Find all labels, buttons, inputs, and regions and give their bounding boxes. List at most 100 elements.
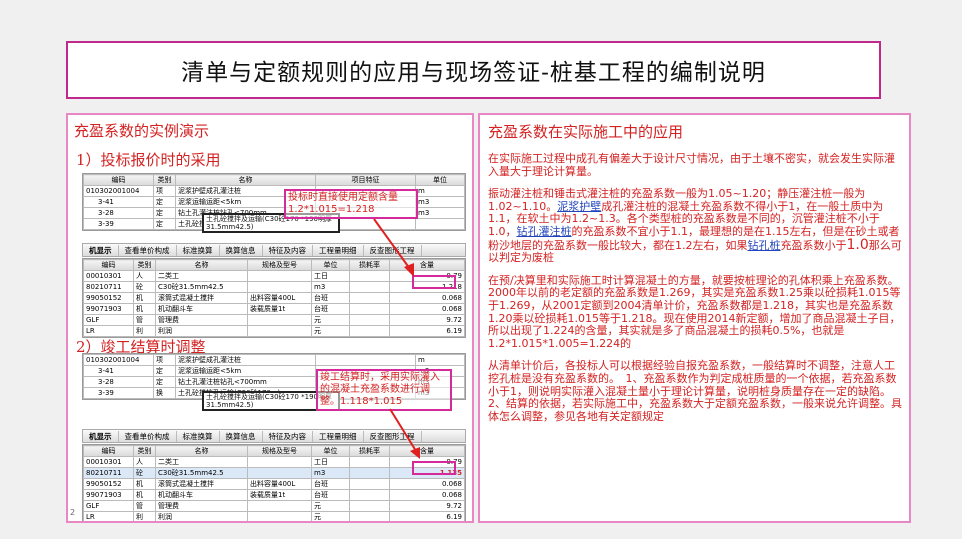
col-unit[interactable]: 单位 [311,445,350,457]
cell: 泥浆运输运距<5km [175,365,316,377]
col-unit[interactable]: 单位 [311,259,350,271]
col-spec[interactable]: 规格及型号 [247,259,312,271]
col-name[interactable]: 名称 [155,259,248,271]
table-row[interactable]: 99050152 机滚筒式混凝土搅拌 出料容量400L 台班 0.068 [83,478,465,490]
cell [349,500,390,512]
cell [415,218,465,230]
table-row[interactable]: GLF 管管理费 元 9.72 [83,500,465,512]
col-unit[interactable]: 单位 [415,174,465,186]
col-code[interactable]: 编码 [83,174,154,186]
table-row[interactable]: 99050152 机滚筒式混凝土搅拌 出料容量400L 台班 0.068 [83,292,465,304]
cell: 定 [153,196,176,208]
cell: 砼 [133,281,156,293]
cell: 9.72 [389,314,465,326]
cell: C30砼31.5mm42.5 [155,281,248,293]
table-row[interactable]: 80210711 砼 C30砼31.5mm42.5 m3 1.218 [83,281,465,293]
tab-machine[interactable]: 机显示 [83,430,119,442]
tab-standard[interactable]: 标准换算 [177,430,220,442]
cell: 3-39 [83,218,154,230]
col-spec[interactable]: 规格及型号 [247,445,312,457]
table-row[interactable]: GLF 管管理费 元 9.72 [83,314,465,326]
col-type[interactable]: 类别 [133,445,156,457]
tab-feature[interactable]: 特征及内容 [263,244,313,256]
col-loss[interactable]: 损耗率 [349,445,390,457]
cell: 00010301 [83,456,134,468]
cell: 台班 [311,303,350,315]
tab-feature[interactable]: 特征及内容 [263,430,313,442]
tab-quantity[interactable]: 工程量明细 [313,244,364,256]
col-type[interactable]: 类别 [153,174,176,186]
left-heading: 充盈系数的实例演示 [74,122,210,140]
col-code[interactable]: 编码 [83,445,134,457]
right-body: 在实际施工过程中成孔有偏差大于设计尺寸情况，由于土壤不密实，就会发生实际灌入量大… [488,152,908,433]
cell: 砼 [133,467,156,479]
cell: 利 [133,511,156,521]
cell [247,467,312,479]
cell: 元 [311,314,350,326]
right-panel: 充盈系数在实际施工中的应用 在实际施工过程中成孔有偏差大于设计尺寸情况，由于土壤… [478,113,911,523]
cell: 装载质量1t [247,303,312,315]
col-name[interactable]: 名称 [155,445,248,457]
left-subheading-1: 1）投标报价时的采用 [76,151,221,169]
cell: 利润 [155,511,248,521]
cell: 99071903 [83,303,134,315]
table-row[interactable]: 010302001004 项 泥浆护壁成孔灌注桩 m [83,354,465,366]
tab-price[interactable]: 查看单价构成 [119,430,177,442]
tab-standard[interactable]: 标准换算 [177,244,220,256]
tab-machine[interactable]: 机显示 [83,244,119,256]
text-span: 充盈系数小于 [780,238,847,252]
tab-convert[interactable]: 换算信息 [220,430,263,442]
cell: 3-28 [83,207,154,219]
link-drilled-pile[interactable]: 钻孔桩 [748,239,781,252]
col-type[interactable]: 类别 [133,259,156,271]
cell: 装载质量1t [247,489,312,501]
col-feature[interactable]: 项目特征 [315,174,416,186]
tab-convert[interactable]: 换算信息 [220,244,263,256]
cell [349,467,390,479]
cell: m3 [311,467,350,479]
cell: 3-41 [83,196,154,208]
cell: 机 [133,303,156,315]
cell: 台班 [311,292,350,304]
cell: 二类工 [155,270,248,282]
paragraph-3: 在预/决算里和实际施工时计算混凝土的方量，就要按桩理论的孔体积乘上充盈系数。20… [488,273,901,350]
cell: m3 [415,207,465,219]
col-code[interactable]: 编码 [83,259,134,271]
cell: 99050152 [83,292,134,304]
page-title: 清单与定额规则的应用与现场签证-桩基工程的编制说明 [181,60,766,86]
cell: 3-39 [83,387,154,399]
cell: 机 [133,292,156,304]
table-row[interactable]: 99071903 机机动翻斗车 装载质量1t 台班 0.068 [83,489,465,501]
cell: 0.068 [389,292,465,304]
cell: 元 [311,325,350,337]
cell [349,325,390,337]
text-span: 1.0 [846,236,869,253]
cell [247,511,312,521]
table-row[interactable]: LR 利利润 元 6.19 [83,511,465,521]
cell: LR [83,511,134,521]
cell [349,314,390,326]
cell [349,511,390,521]
table-row[interactable]: LR 利利润 元 6.19 [83,325,465,337]
cell: 管理费 [155,314,248,326]
cell: 80210711 [83,281,134,293]
col-name[interactable]: 名称 [175,174,316,186]
tab-price[interactable]: 查看单价构成 [119,244,177,256]
tab-quantity[interactable]: 工程量明细 [313,430,364,442]
table-row[interactable]: 99071903 机机动翻斗车 装载质量1t 台班 0.068 [83,303,465,315]
cell: 定 [153,207,176,219]
slide: 清单与定额规则的应用与现场签证-桩基工程的编制说明 充盈系数的实例演示 1）投标… [0,0,962,539]
link-bored-pile[interactable]: 钻孔灌注桩 [517,225,572,238]
link-mud-wall[interactable]: 泥浆护壁 [557,200,601,213]
cell: 机 [133,478,156,490]
page-number: 2 [70,508,76,517]
cell: 机 [133,489,156,501]
cell [349,478,390,490]
table-row[interactable]: 80210711 砼 C30砼31.5mm42.5 m3 1.135 [83,467,465,479]
cell: 元 [311,500,350,512]
cell: 泥浆护壁成孔灌注桩 [175,354,316,366]
cell: 管 [133,500,156,512]
cell: 0.068 [389,303,465,315]
paragraph-2: 振动灌注桩和锤击式灌注桩的充盈系数一般为1.05~1.20；静压灌注桩一般为1.… [488,187,903,265]
cell: 9.72 [389,500,465,512]
